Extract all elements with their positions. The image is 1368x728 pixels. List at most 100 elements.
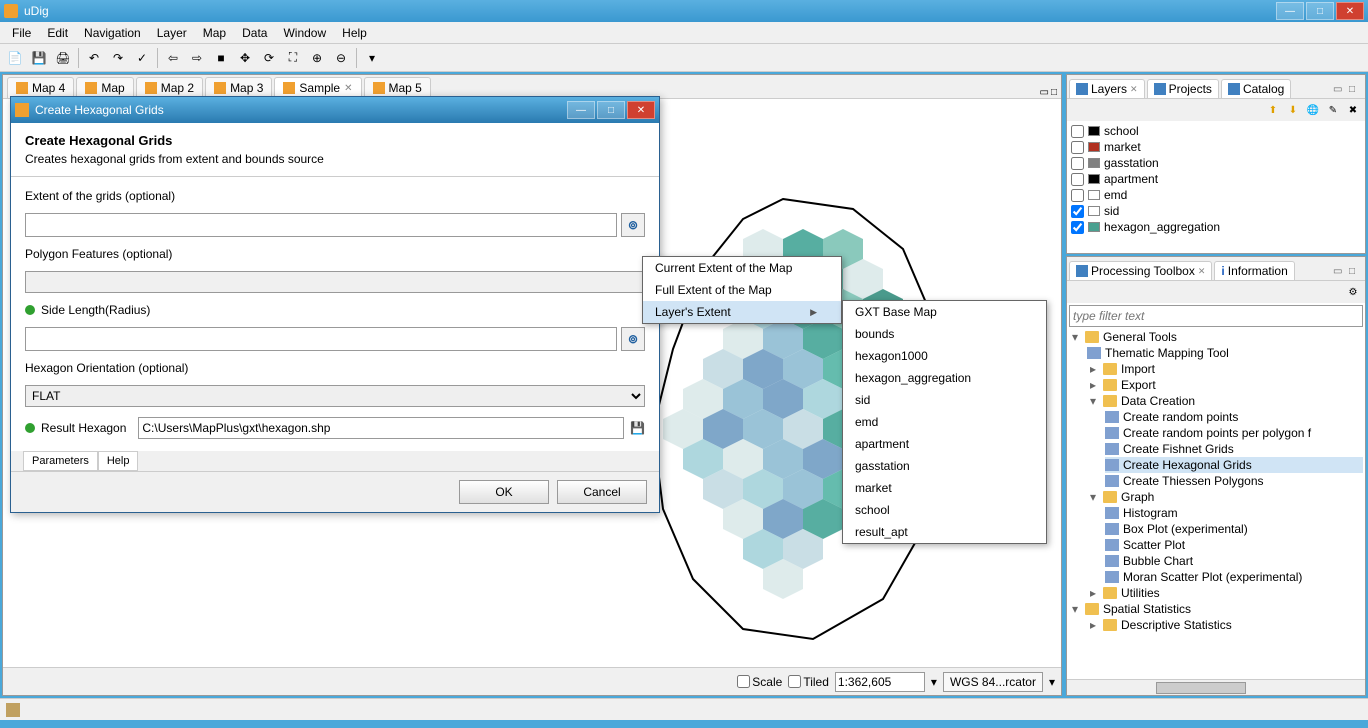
layer-row[interactable]: hexagon_aggregation [1069, 219, 1363, 235]
submenu-item[interactable]: GXT Base Map [843, 301, 1046, 323]
dialog-tab-parameters[interactable]: Parameters [23, 451, 98, 471]
submenu-item[interactable]: hexagon1000 [843, 345, 1046, 367]
submenu-item[interactable]: bounds [843, 323, 1046, 345]
tree-folder[interactable]: ▸Import [1087, 361, 1363, 377]
polygon-input[interactable] [25, 271, 645, 293]
tree-item[interactable]: Histogram [1105, 505, 1363, 521]
extent-input[interactable] [25, 213, 617, 237]
dialog-minimize-button[interactable]: — [567, 101, 595, 119]
minimize-panel-icon[interactable]: ▭ [1333, 84, 1347, 98]
tree-item-selected[interactable]: Create Hexagonal Grids [1105, 457, 1363, 473]
tool-back[interactable]: ⇦ [162, 47, 184, 69]
extent-picker-button[interactable]: ⊚ [621, 213, 645, 237]
tool-extra[interactable]: ▾ [361, 47, 383, 69]
minimize-button[interactable]: — [1276, 2, 1304, 20]
submenu-item[interactable]: emd [843, 411, 1046, 433]
tree-item[interactable]: Create random points [1105, 409, 1363, 425]
submenu-item[interactable]: result_apt [843, 521, 1046, 543]
tool-undo[interactable]: ↶ [83, 47, 105, 69]
save-path-button[interactable]: 💾 [630, 421, 645, 435]
tab-toolbox[interactable]: Processing Toolbox✕ [1069, 261, 1212, 280]
side-help-button[interactable]: ⊚ [621, 327, 645, 351]
layer-checkbox[interactable] [1071, 157, 1084, 170]
close-icon[interactable]: ✕ [1130, 84, 1138, 95]
menu-layer[interactable]: Layer [149, 24, 195, 42]
tab-layers[interactable]: Layers✕ [1069, 79, 1145, 98]
tab-map[interactable]: Map [76, 77, 133, 98]
tree-item[interactable]: Create random points per polygon f [1105, 425, 1363, 441]
tree-folder[interactable]: ▾Spatial Statistics [1069, 601, 1363, 617]
menu-current-extent[interactable]: Current Extent of the Map [643, 257, 841, 279]
tool-forward[interactable]: ⇨ [186, 47, 208, 69]
layer-row[interactable]: market [1069, 139, 1363, 155]
submenu-item[interactable]: hexagon_aggregation [843, 367, 1046, 389]
minimize-panel-icon[interactable]: ▭ [1333, 266, 1347, 280]
tree-folder[interactable]: ▾Data Creation [1087, 393, 1363, 409]
dialog-tab-help[interactable]: Help [98, 451, 139, 471]
tab-projects[interactable]: Projects [1147, 79, 1219, 98]
filter-input[interactable] [1069, 305, 1363, 327]
tool-pan[interactable]: ✥ [234, 47, 256, 69]
gear-icon[interactable]: ⚙ [1345, 284, 1361, 300]
menu-help[interactable]: Help [334, 24, 375, 42]
cancel-button[interactable]: Cancel [557, 480, 647, 504]
orientation-select[interactable]: FLAT [25, 385, 645, 407]
minimize-view-icon[interactable]: ▭ [1040, 87, 1049, 98]
tool-zoom-in[interactable]: ⊕ [306, 47, 328, 69]
close-button[interactable]: ✕ [1336, 2, 1364, 20]
submenu-item[interactable]: sid [843, 389, 1046, 411]
scale-input[interactable] [835, 672, 925, 692]
close-icon[interactable]: ✕ [344, 83, 352, 94]
result-path-input[interactable] [138, 417, 624, 439]
tree-folder[interactable]: ▸Descriptive Statistics [1087, 617, 1363, 633]
menu-full-extent[interactable]: Full Extent of the Map [643, 279, 841, 301]
tab-information[interactable]: iInformation [1214, 261, 1294, 280]
ok-button[interactable]: OK [459, 480, 549, 504]
tool-stop[interactable]: ■ [210, 47, 232, 69]
delete-icon[interactable]: ✖ [1345, 102, 1361, 118]
maximize-button[interactable]: □ [1306, 2, 1334, 20]
tree-item[interactable]: Scatter Plot [1105, 537, 1363, 553]
edit-icon[interactable]: ✎ [1325, 102, 1341, 118]
layer-checkbox[interactable] [1071, 205, 1084, 218]
up-arrow-icon[interactable]: ⬆ [1265, 102, 1281, 118]
submenu-item[interactable]: apartment [843, 433, 1046, 455]
tree-item[interactable]: Box Plot (experimental) [1105, 521, 1363, 537]
menu-edit[interactable]: Edit [39, 24, 76, 42]
crs-dropdown-icon[interactable]: ▾ [1049, 675, 1055, 689]
crs-display[interactable]: WGS 84...rcator [943, 672, 1043, 692]
tree-item[interactable]: Thematic Mapping Tool [1087, 345, 1363, 361]
tab-map2[interactable]: Map 2 [136, 77, 203, 98]
maximize-panel-icon[interactable]: □ [1349, 84, 1363, 98]
tree-item[interactable]: Moran Scatter Plot (experimental) [1105, 569, 1363, 585]
tool-new[interactable]: 📄 [4, 47, 26, 69]
side-length-input[interactable] [25, 327, 617, 351]
tree-item[interactable]: Bubble Chart [1105, 553, 1363, 569]
layer-checkbox[interactable] [1071, 141, 1084, 154]
tab-map5[interactable]: Map 5 [364, 77, 431, 98]
tree-folder[interactable]: ▸Export [1087, 377, 1363, 393]
layer-checkbox[interactable] [1071, 189, 1084, 202]
menu-layers-extent[interactable]: Layer's Extent [643, 301, 841, 323]
tree-folder[interactable]: ▾General Tools [1069, 329, 1363, 345]
layer-checkbox[interactable] [1071, 125, 1084, 138]
tool-save[interactable]: 💾 [28, 47, 50, 69]
tree-folder[interactable]: ▾Graph [1087, 489, 1363, 505]
tab-map3[interactable]: Map 3 [205, 77, 272, 98]
tool-redo[interactable]: ↷ [107, 47, 129, 69]
dialog-close-button[interactable]: ✕ [627, 101, 655, 119]
maximize-panel-icon[interactable]: □ [1349, 266, 1363, 280]
menu-data[interactable]: Data [234, 24, 275, 42]
horizontal-scrollbar[interactable] [1067, 679, 1365, 695]
scale-checkbox[interactable]: Scale [737, 675, 782, 689]
submenu-item[interactable]: school [843, 499, 1046, 521]
tool-zoom-out[interactable]: ⊖ [330, 47, 352, 69]
scale-dropdown-icon[interactable]: ▾ [931, 675, 937, 689]
submenu-item[interactable]: market [843, 477, 1046, 499]
dialog-titlebar[interactable]: Create Hexagonal Grids — □ ✕ [11, 97, 659, 123]
tool-print[interactable]: 🖨 [52, 47, 74, 69]
tab-map4[interactable]: Map 4 [7, 77, 74, 98]
tiled-checkbox[interactable]: Tiled [788, 675, 829, 689]
layer-row[interactable]: gasstation [1069, 155, 1363, 171]
menu-window[interactable]: Window [275, 24, 334, 42]
